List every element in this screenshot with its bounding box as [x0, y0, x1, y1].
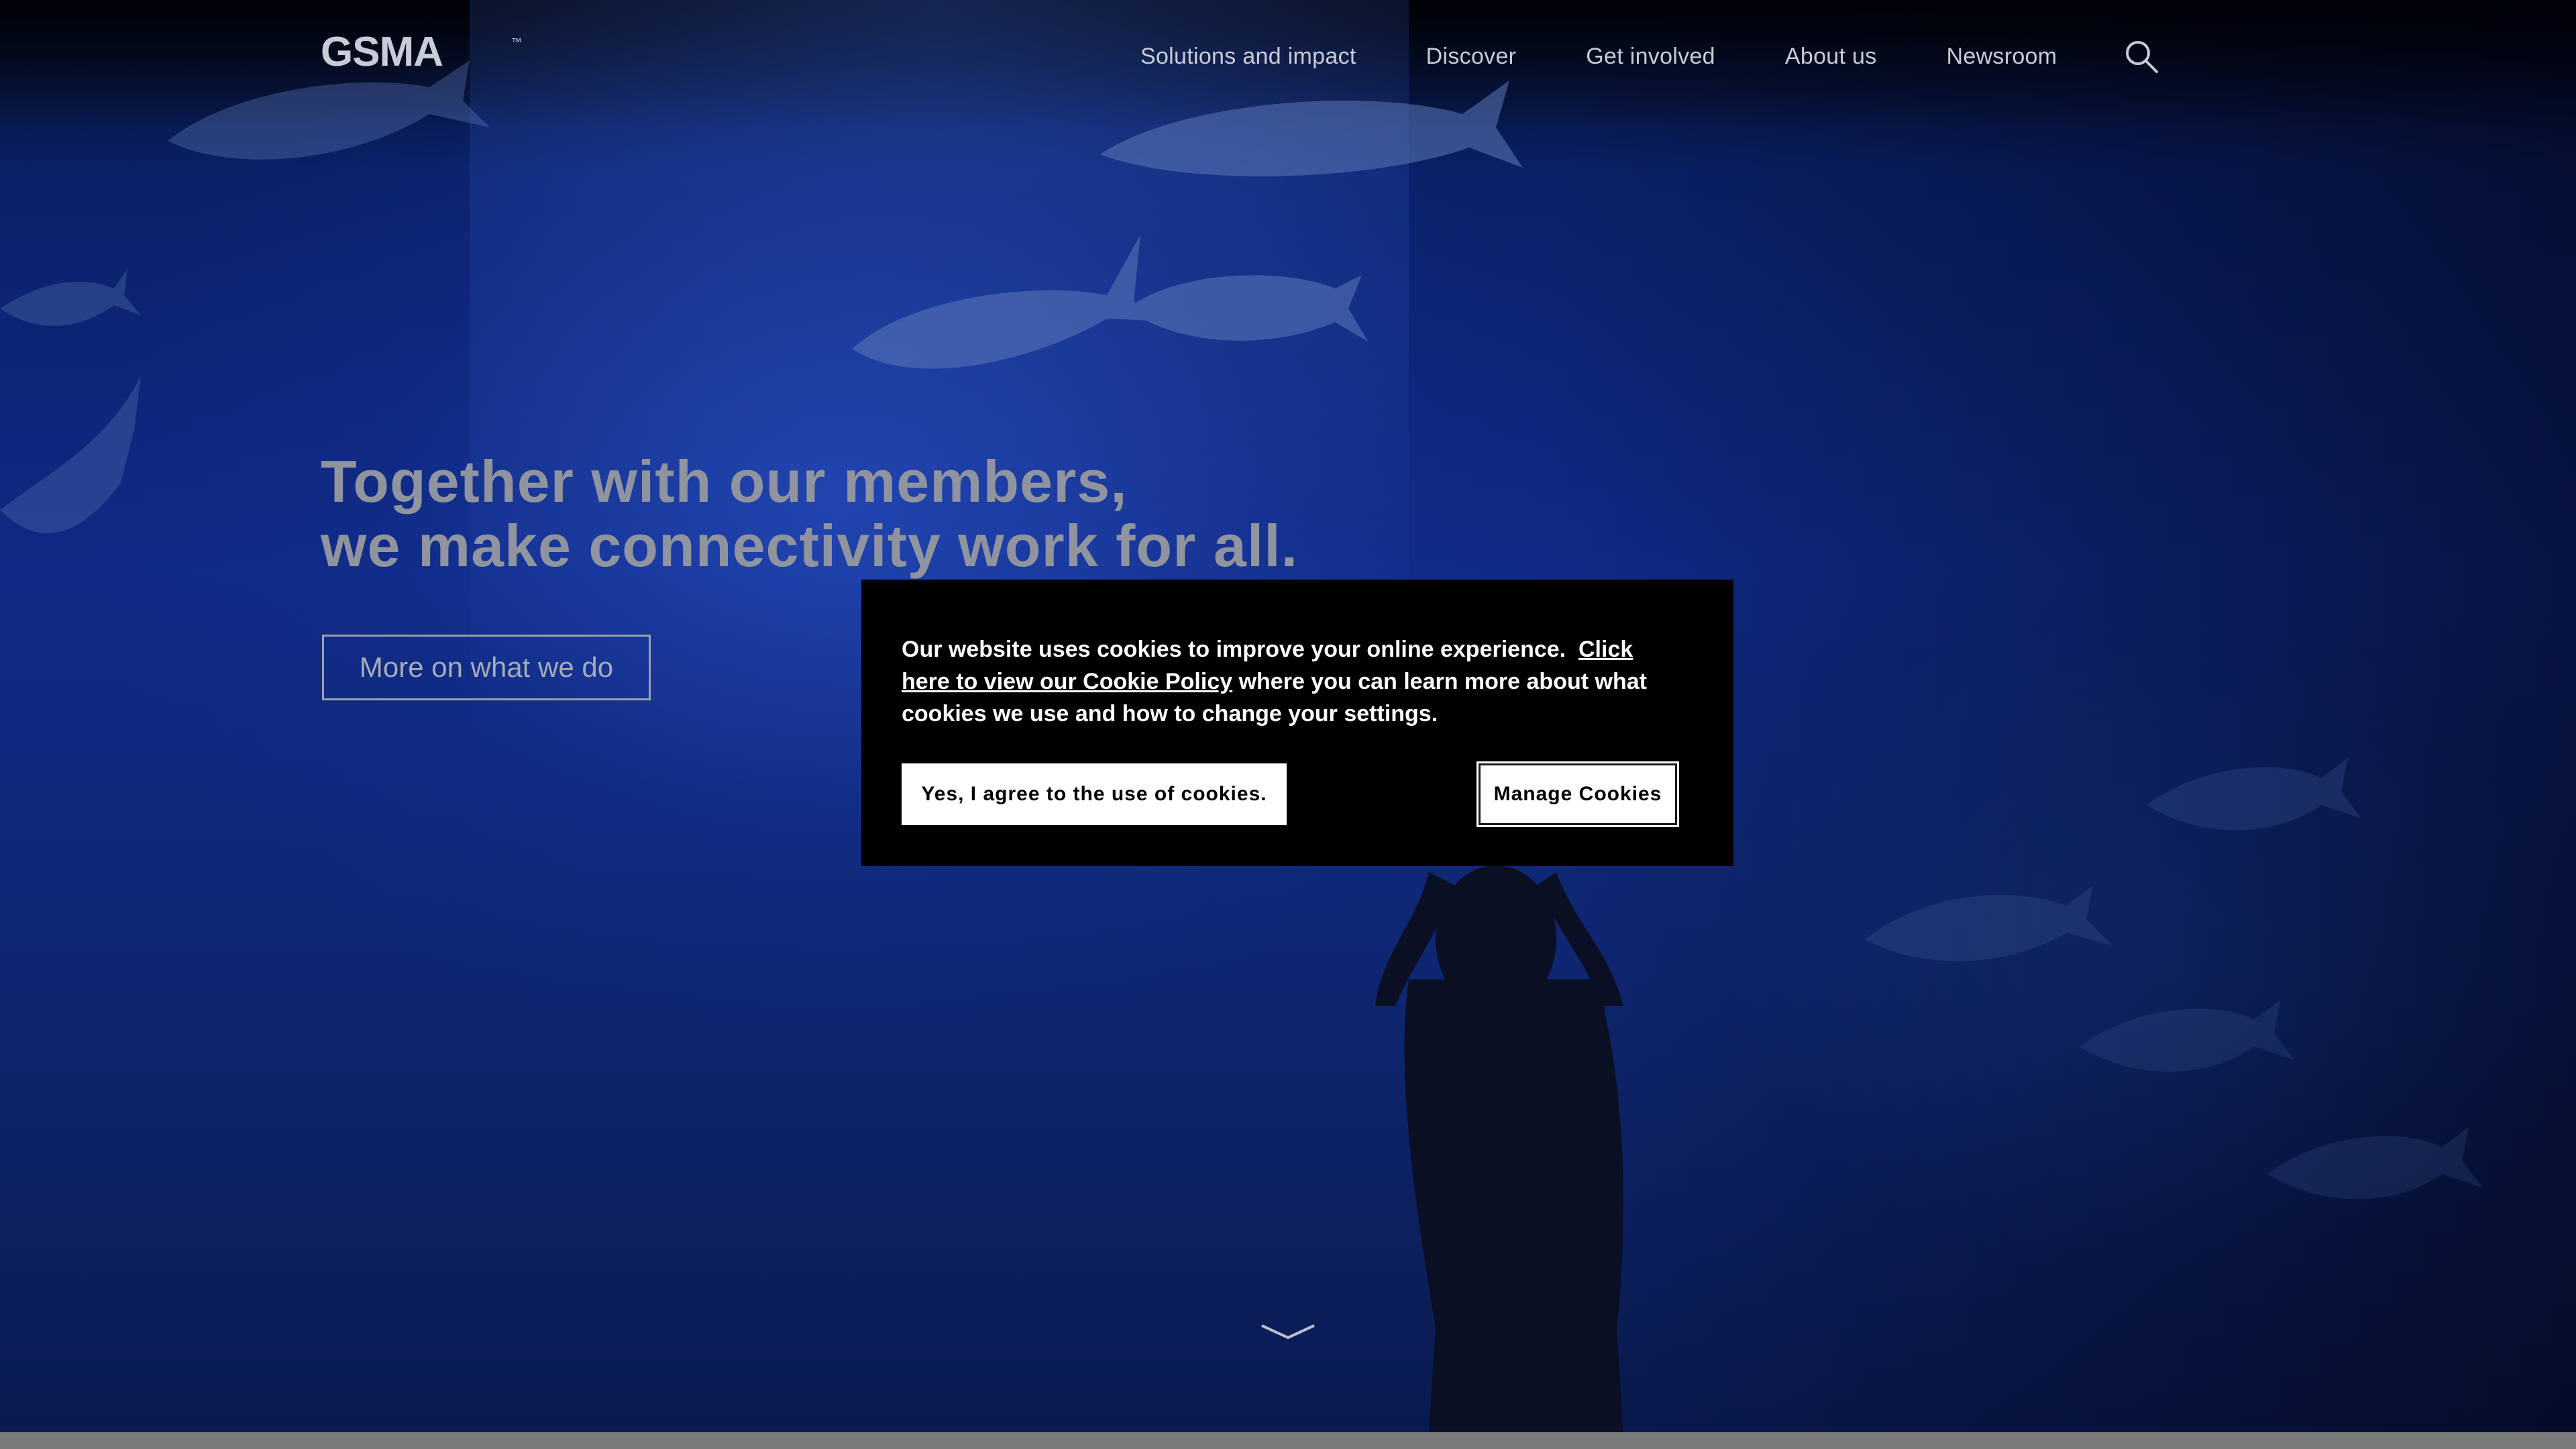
chevron-down-icon[interactable] — [1259, 1322, 1317, 1342]
search-icon[interactable] — [2124, 39, 2159, 74]
manage-cookies-button[interactable]: Manage Cookies — [1477, 761, 1679, 827]
agree-cookies-button[interactable]: Yes, I agree to the use of cookies. — [902, 763, 1287, 825]
main-nav: Solutions and impact Discover Get involv… — [1140, 39, 2159, 74]
site-header: GSMA ™ Solutions and impact Discover Get… — [0, 0, 2576, 121]
hero-title-line-1: Together with our members, — [321, 448, 1128, 515]
nav-item-discover[interactable]: Discover — [1426, 44, 1517, 70]
cookie-buttons: Yes, I agree to the use of cookies. Mana… — [902, 761, 1693, 827]
more-on-what-we-do-button[interactable]: More on what we do — [322, 635, 651, 700]
nav-item-about-us[interactable]: About us — [1785, 44, 1877, 70]
nav-item-solutions-and-impact[interactable]: Solutions and impact — [1140, 44, 1356, 70]
gsma-logo[interactable]: GSMA ™ — [321, 32, 522, 72]
nav-item-get-involved[interactable]: Get involved — [1586, 44, 1715, 70]
logo-text: GSMA — [321, 32, 443, 72]
page: GSMA ™ Solutions and impact Discover Get… — [0, 0, 2576, 1449]
child-silhouette — [1375, 865, 1623, 1432]
hero-title-line-2: we make connectivity work for all. — [321, 513, 1299, 579]
cookie-message: Our website uses cookies to improve your… — [902, 633, 1686, 730]
hero-title: Together with our members, we make conne… — [321, 449, 1528, 578]
cookie-banner: Our website uses cookies to improve your… — [861, 580, 1733, 866]
logo-trademark: ™ — [511, 37, 522, 48]
cookie-text-intro: Our website uses cookies to improve your… — [902, 637, 1578, 662]
bottom-strip — [0, 1432, 2576, 1449]
nav-item-newsroom[interactable]: Newsroom — [1947, 44, 2057, 70]
